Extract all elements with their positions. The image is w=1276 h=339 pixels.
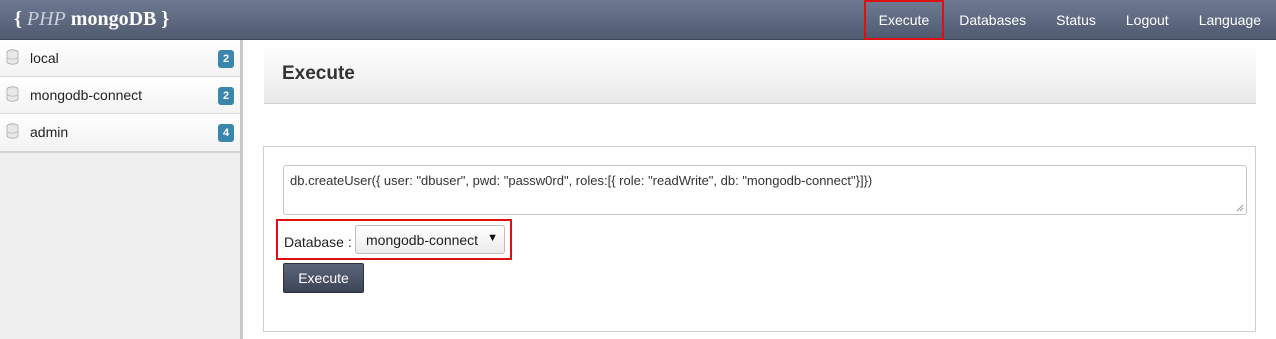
sidebar: local 2 mongodb-connect 2 admin 4	[0, 40, 243, 339]
nav-databases[interactable]: Databases	[944, 0, 1041, 40]
top-navbar: { PHP mongoDB } Execute Databases Status…	[0, 0, 1276, 40]
database-icon	[6, 86, 19, 102]
resize-grip-icon[interactable]	[1236, 204, 1244, 212]
brand-open-brace: {	[14, 8, 22, 30]
count-badge: 2	[218, 87, 234, 105]
sidebar-item-label: admin	[30, 124, 69, 140]
execute-button[interactable]: Execute	[283, 263, 364, 293]
database-label: Database :	[284, 234, 352, 250]
caret-down-icon: ▼	[487, 232, 498, 244]
code-text: db.createUser({ user: "dbuser", pwd: "pa…	[290, 173, 873, 188]
brand-php: PHP	[26, 8, 66, 30]
nav-execute[interactable]: Execute	[863, 0, 945, 40]
brand-close-brace: }	[161, 8, 170, 30]
sidebar-item-admin[interactable]: admin 4	[0, 114, 240, 151]
sidebar-item-label: local	[30, 50, 59, 66]
main-nav: Execute Databases Status Logout Language	[863, 0, 1276, 40]
nav-language[interactable]: Language	[1184, 0, 1276, 40]
database-select-value: mongodb-connect	[366, 232, 479, 248]
sidebar-item-mongodb-connect[interactable]: mongodb-connect 2	[0, 77, 240, 114]
brand-name: mongoDB	[70, 8, 157, 30]
count-badge: 2	[218, 50, 234, 68]
database-icon	[6, 123, 19, 139]
database-list: local 2 mongodb-connect 2 admin 4	[0, 40, 240, 153]
database-icon	[6, 49, 19, 65]
count-badge: 4	[218, 124, 234, 142]
sidebar-item-local[interactable]: local 2	[0, 40, 240, 77]
database-select[interactable]: mongodb-connect ▼	[355, 225, 505, 254]
code-input[interactable]: db.createUser({ user: "dbuser", pwd: "pa…	[283, 165, 1247, 215]
page-title: Execute	[282, 63, 355, 84]
nav-status[interactable]: Status	[1041, 0, 1111, 40]
execute-panel: db.createUser({ user: "dbuser", pwd: "pa…	[263, 146, 1256, 332]
database-select-row: Database : mongodb-connect ▼	[276, 219, 512, 260]
nav-logout[interactable]: Logout	[1111, 0, 1184, 40]
sidebar-item-label: mongodb-connect	[30, 87, 143, 103]
brand-logo[interactable]: { PHP mongoDB }	[14, 8, 169, 31]
page-header: Execute	[264, 45, 1256, 104]
